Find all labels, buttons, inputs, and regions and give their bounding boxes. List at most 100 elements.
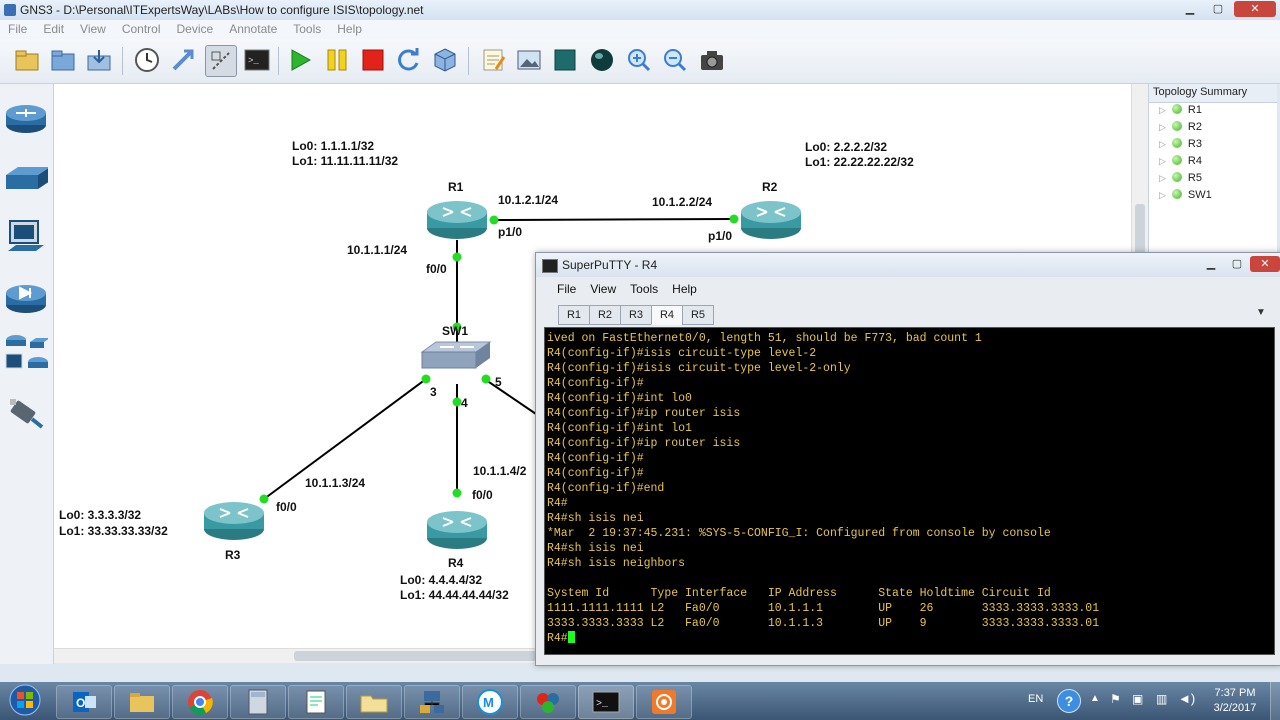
switch-sw1-icon[interactable] xyxy=(420,338,492,374)
router-r3-icon[interactable] xyxy=(202,499,266,543)
switch-icon[interactable] xyxy=(4,158,48,198)
menu-edit[interactable]: Edit xyxy=(35,20,72,38)
ellipse-icon[interactable] xyxy=(587,45,617,75)
status-green-icon xyxy=(1171,104,1182,114)
router-icon[interactable] xyxy=(4,98,48,138)
summary-item-r2[interactable]: ▷ R2 xyxy=(1159,121,1202,137)
tab-list-dropdown-icon[interactable]: ▼ xyxy=(1256,307,1266,318)
cmd-icon[interactable]: >_ xyxy=(578,685,634,719)
virtualbox-icon[interactable] xyxy=(430,45,460,75)
tab-r1[interactable]: R1 xyxy=(558,305,590,325)
sw-port-5-label: 5 xyxy=(495,375,502,389)
terminal-line: 1111.1111.1111 L2 Fa0/0 10.1.1.1 UP 26 3… xyxy=(547,602,1100,615)
cable-icon[interactable] xyxy=(4,394,48,434)
file-explorer-icon[interactable] xyxy=(114,685,170,719)
summary-item-r4[interactable]: ▷ R4 xyxy=(1159,155,1202,171)
close-button[interactable]: ✕ xyxy=(1234,1,1276,17)
maxthon-icon[interactable]: M xyxy=(462,685,518,719)
minimize-button[interactable]: ▁ xyxy=(1177,1,1203,17)
summary-item-r3[interactable]: ▷ R3 xyxy=(1159,138,1202,154)
r3-name: R3 xyxy=(225,548,241,562)
tab-r2[interactable]: R2 xyxy=(589,305,621,325)
router-r1-icon[interactable] xyxy=(425,198,489,242)
new-project-icon[interactable] xyxy=(12,45,42,75)
network-tray-icon[interactable]: ▥ xyxy=(1156,692,1167,706)
menu-control[interactable]: Control xyxy=(114,20,169,38)
tab-r4[interactable]: R4 xyxy=(651,305,683,325)
note-icon[interactable] xyxy=(478,45,508,75)
zoom-out-icon[interactable] xyxy=(660,45,690,75)
help-tray-icon[interactable]: ? xyxy=(1057,689,1081,713)
open-project-icon[interactable] xyxy=(48,45,78,75)
r3-lo0-label: Lo0: 3.3.3.3/32 xyxy=(59,508,142,522)
action-center-icon[interactable]: ⚑ xyxy=(1110,692,1121,706)
tab-r5[interactable]: R5 xyxy=(682,305,714,325)
r1-name: R1 xyxy=(448,180,464,194)
calculator-icon[interactable] xyxy=(230,685,286,719)
summary-item-r1[interactable]: ▷ R1 xyxy=(1159,104,1202,120)
putty-maximize-button[interactable]: ▢ xyxy=(1224,256,1250,272)
putty-close-button[interactable]: ✕ xyxy=(1250,256,1280,272)
menu-tools[interactable]: Tools xyxy=(285,20,329,38)
notepad-icon[interactable] xyxy=(288,685,344,719)
putty-minimize-button[interactable]: ▁ xyxy=(1198,256,1224,272)
menu-device[interactable]: Device xyxy=(169,20,222,38)
start-icon[interactable] xyxy=(285,45,315,75)
start-orb-icon[interactable] xyxy=(2,684,48,716)
paint-icon[interactable] xyxy=(520,685,576,719)
r2-p1-if-label: p1/0 xyxy=(708,229,733,243)
zoom-in-icon[interactable] xyxy=(624,45,654,75)
r2-lo0-label: Lo0: 2.2.2.2/32 xyxy=(805,140,888,154)
network-icon[interactable] xyxy=(404,685,460,719)
screenshot-icon[interactable] xyxy=(697,45,727,75)
terminal-line: R4(config-if)# xyxy=(547,467,644,480)
putty-menu-tools[interactable]: Tools xyxy=(623,278,665,300)
device-tray-icon[interactable]: ▣ xyxy=(1132,692,1143,706)
capture-icon[interactable] xyxy=(205,45,237,77)
status-green-icon xyxy=(1171,155,1182,165)
r2-p1-ip-label: 10.1.2.2/24 xyxy=(652,195,713,209)
stop-icon[interactable] xyxy=(358,45,388,75)
rectangle-icon[interactable] xyxy=(550,45,580,75)
putty-menu-file[interactable]: File xyxy=(550,278,583,300)
menu-annotate[interactable]: Annotate xyxy=(221,20,285,38)
screen-recorder-icon[interactable] xyxy=(636,685,692,719)
pause-icon[interactable] xyxy=(322,45,352,75)
folder-icon[interactable] xyxy=(346,685,402,719)
picture-icon[interactable] xyxy=(514,45,544,75)
save-project-icon[interactable] xyxy=(84,45,114,75)
putty-menu-view[interactable]: View xyxy=(583,278,623,300)
system-clock[interactable]: 7:37 PM 3/2/2017 xyxy=(1205,686,1265,716)
show-hidden-icons-icon[interactable]: ▲ xyxy=(1090,693,1100,704)
terminal-line: R4(config-if)#isis circuit-type level-2 xyxy=(547,347,817,360)
show-desktop-button[interactable] xyxy=(1270,682,1280,720)
tab-r3[interactable]: R3 xyxy=(620,305,652,325)
r1-lo1-label: Lo1: 11.11.11.11/32 xyxy=(292,154,399,168)
terminal-line: ived on FastEthernet0/0, length 51, shou… xyxy=(547,332,982,345)
security-device-icon[interactable] xyxy=(4,278,48,318)
svg-text:>_: >_ xyxy=(248,56,259,66)
end-device-icon[interactable] xyxy=(4,218,48,258)
reload-icon[interactable] xyxy=(394,45,424,75)
topology-dock-icon[interactable] xyxy=(168,45,198,75)
summary-item-r5[interactable]: ▷ R5 xyxy=(1159,172,1202,188)
r1-p1-if-label: p1/0 xyxy=(498,225,523,239)
terminal-line: R4(config-if)#end xyxy=(547,482,665,495)
terminal-console[interactable]: ived on FastEthernet0/0, length 51, shou… xyxy=(544,327,1275,655)
chrome-icon[interactable] xyxy=(172,685,228,719)
maximize-button[interactable]: ▢ xyxy=(1205,1,1231,17)
all-devices-icon[interactable] xyxy=(4,334,48,374)
outlook-icon[interactable]: O xyxy=(56,685,112,719)
menu-help[interactable]: Help xyxy=(329,20,370,38)
snapshot-icon[interactable] xyxy=(132,45,162,75)
volume-icon[interactable]: ◄) xyxy=(1178,691,1195,706)
router-r4-icon[interactable] xyxy=(425,508,489,552)
summary-item-sw1[interactable]: ▷ SW1 xyxy=(1159,189,1212,205)
menu-file[interactable]: File xyxy=(0,20,35,38)
menu-view[interactable]: View xyxy=(72,20,114,38)
putty-menu-help[interactable]: Help xyxy=(665,278,704,300)
language-indicator[interactable]: EN xyxy=(1028,693,1043,705)
router-r2-icon[interactable] xyxy=(739,198,803,242)
console-icon[interactable]: >_ xyxy=(242,45,272,75)
clock-time: 7:37 PM xyxy=(1214,687,1256,699)
